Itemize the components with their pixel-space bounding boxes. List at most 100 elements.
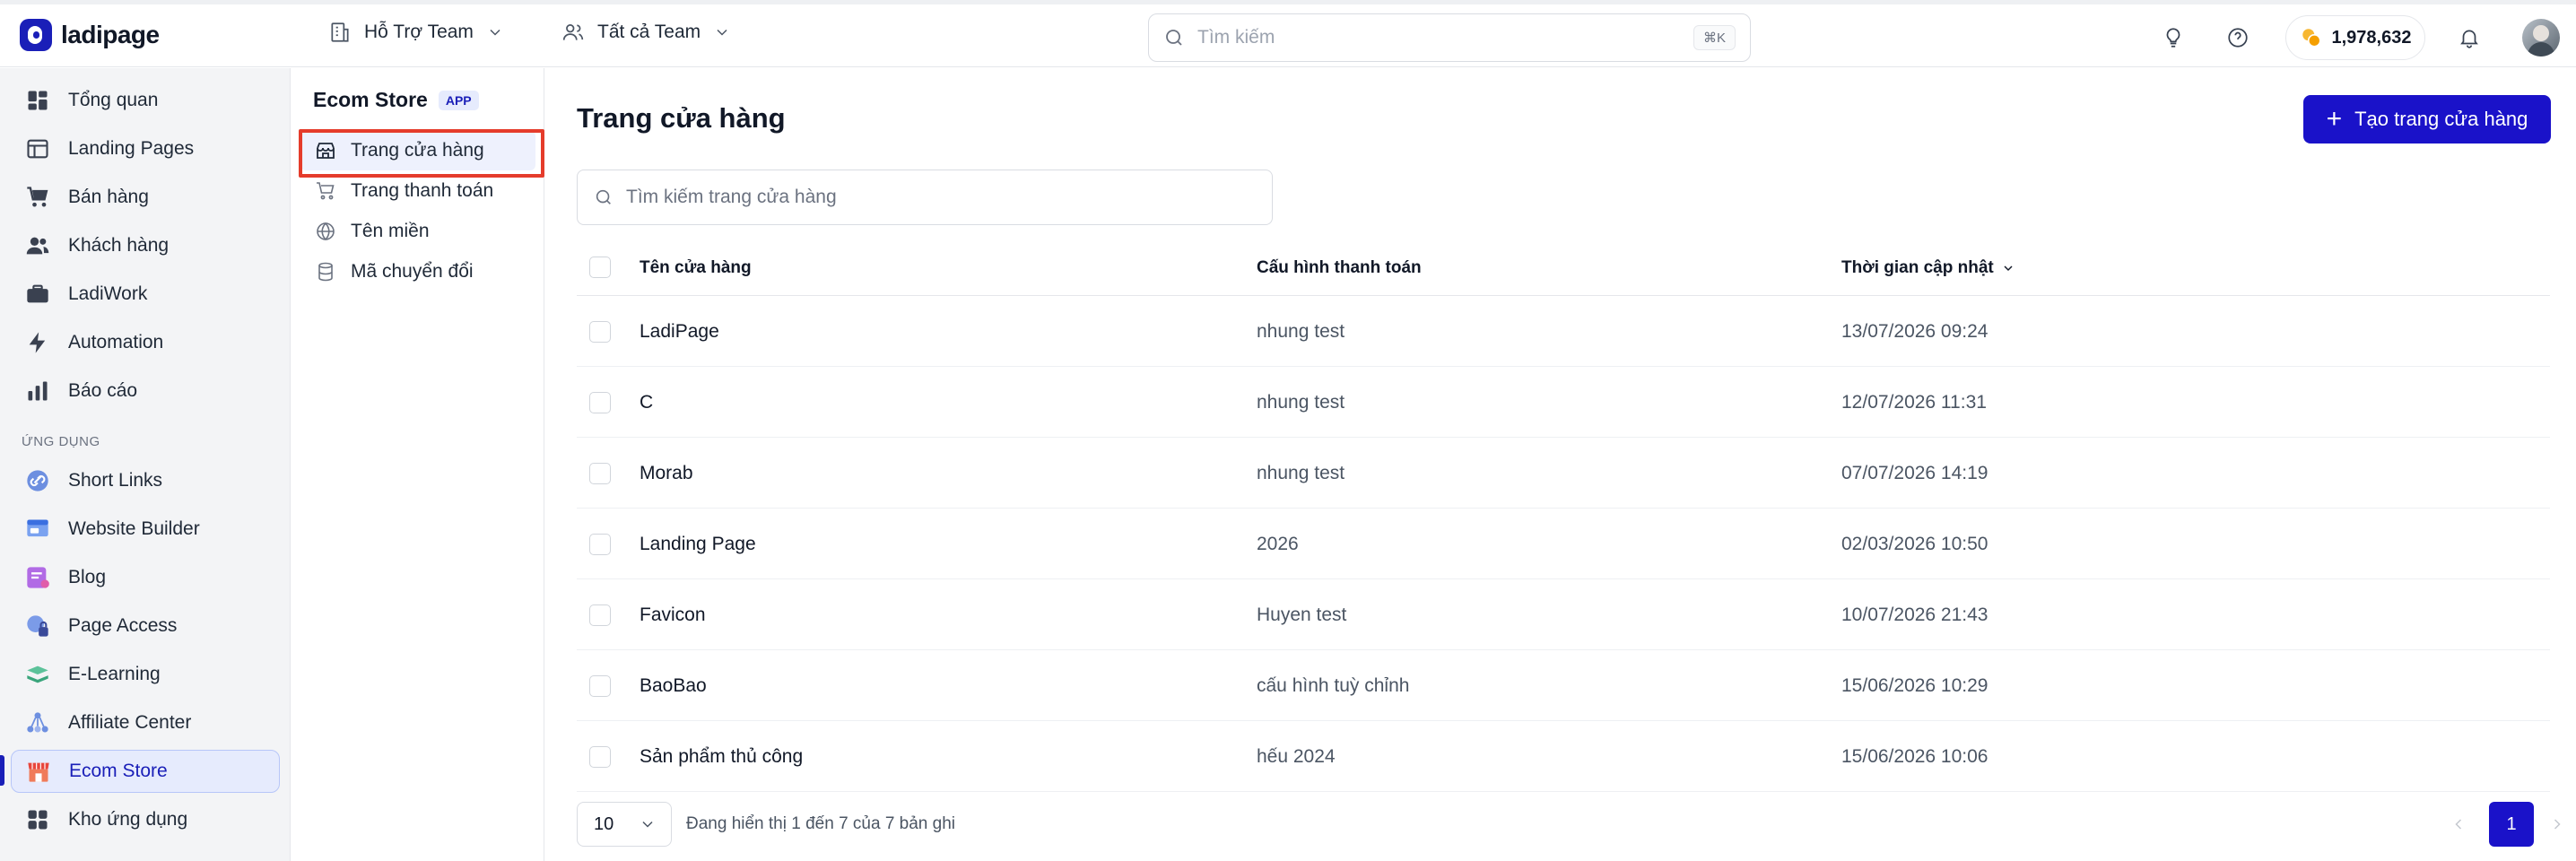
payment-config: nhung test — [1257, 321, 1345, 342]
store-name[interactable]: Sản phẩm thủ công — [640, 746, 803, 768]
team-filter[interactable]: Tất cả Team — [561, 21, 731, 44]
sidebar-item-ladiwork[interactable]: LadiWork — [11, 273, 280, 316]
bell-icon — [2460, 30, 2478, 48]
sidebar-item-app-store[interactable]: Kho ứng dụng — [11, 798, 280, 841]
store-name[interactable]: Landing Page — [640, 534, 756, 555]
row-checkbox[interactable] — [589, 604, 611, 626]
table-row[interactable]: LadiPage nhung test 13/07/2026 09:24 — [577, 296, 2550, 367]
sidebar-item-label: Tổng quan — [68, 90, 159, 110]
top-bar: ladipage Hỗ Trợ Team Tất cả Team ⌘K 1,97… — [0, 4, 2576, 67]
sidebar-item-overview[interactable]: Tổng quan — [11, 79, 280, 122]
sidebar-item-short-links[interactable]: Short Links — [11, 459, 280, 502]
sidebar-item-landing-pages[interactable]: Landing Pages — [11, 127, 280, 170]
prev-page-button[interactable] — [2437, 802, 2480, 847]
chevron-down-icon — [642, 821, 653, 828]
table-header: Tên cửa hàng Cấu hình thanh toán Thời gi… — [577, 239, 2550, 296]
store-name[interactable]: BaoBao — [640, 675, 707, 697]
store-name[interactable]: LadiPage — [640, 321, 719, 343]
sidebar-item-website-builder[interactable]: Website Builder — [11, 508, 280, 551]
select-all-checkbox[interactable] — [589, 257, 611, 278]
payment-config: Huyen test — [1257, 604, 1347, 625]
updated-time: 13/07/2026 09:24 — [1841, 321, 1989, 342]
logo-text: ladipage — [61, 21, 160, 48]
page-size-select[interactable]: 10 — [577, 802, 672, 847]
table-row[interactable]: Morab nhung test 07/07/2026 14:19 — [577, 438, 2550, 509]
avatar[interactable] — [2522, 19, 2560, 57]
page-1-button[interactable]: 1 — [2489, 802, 2534, 847]
dashboard-icon — [28, 91, 48, 110]
sidebar-item-page-access[interactable]: Page Access — [11, 604, 280, 648]
global-search-input[interactable] — [1197, 27, 1681, 48]
ladipage-logo-icon — [20, 19, 52, 51]
store-icon — [28, 762, 49, 782]
chevron-down-icon — [717, 29, 727, 36]
bar-chart-icon — [28, 381, 48, 401]
sidebar-item-sales[interactable]: Bán hàng — [11, 176, 280, 219]
row-checkbox[interactable] — [589, 463, 611, 484]
blog-icon — [27, 567, 49, 588]
credits-balance[interactable]: 1,978,632 — [2285, 15, 2425, 60]
sidebar-item-label: Short Links — [68, 470, 163, 491]
help-button[interactable] — [2224, 24, 2251, 51]
credits-value: 1,978,632 — [2331, 27, 2412, 48]
store-name[interactable]: Morab — [640, 463, 693, 484]
table-row[interactable]: Sản phẩm thủ công hếu 2024 15/06/2026 10… — [577, 721, 2550, 792]
apps-section-label: ỨNG DỤNG — [22, 434, 100, 449]
row-checkbox[interactable] — [589, 534, 611, 555]
sidebar-item-reports[interactable]: Báo cáo — [11, 370, 280, 413]
table-row[interactable]: Favicon Huyen test 10/07/2026 21:43 — [577, 579, 2550, 650]
plus-icon: + — [2326, 104, 2343, 134]
table-footer: 10 Đang hiển thị 1 đến 7 của 7 bản ghi 1 — [577, 802, 2561, 847]
sidebar-item-label: Landing Pages — [68, 138, 195, 159]
next-page-button[interactable] — [2539, 802, 2575, 847]
row-checkbox[interactable] — [589, 675, 611, 697]
sidebar-item-label: E-Learning — [68, 664, 161, 684]
cart-icon — [317, 182, 335, 200]
sidebar-item-label: Khách hàng — [68, 235, 170, 256]
sidebar-item-customers[interactable]: Khách hàng — [11, 224, 280, 267]
pagination-summary: Đang hiển thị 1 đến 7 của 7 bản ghi — [686, 814, 956, 833]
table-row[interactable]: BaoBao cấu hình tuỳ chỉnh 15/06/2026 10:… — [577, 650, 2550, 721]
sidebar-item-blog[interactable]: Blog — [11, 556, 280, 599]
global-search[interactable]: ⌘K — [1148, 13, 1751, 62]
payment-config: 2026 — [1257, 534, 1299, 554]
row-checkbox[interactable] — [589, 321, 611, 343]
network-icon — [27, 712, 48, 733]
notifications-button[interactable] — [2456, 24, 2483, 51]
table-row[interactable]: Landing Page 2026 02/03/2026 10:50 — [577, 509, 2550, 579]
subnav-item-storefronts[interactable]: Trang cửa hàng — [300, 131, 535, 170]
tips-button[interactable] — [2160, 24, 2187, 51]
sidebar-item-automation[interactable]: Automation — [11, 321, 280, 364]
app-badge: APP — [438, 90, 479, 110]
sidebar-item-ecom-store[interactable]: Ecom Store — [11, 750, 280, 793]
subnav-item-domains[interactable]: Tên miền — [300, 212, 535, 251]
logo[interactable]: ladipage — [20, 19, 160, 51]
coins-icon — [2302, 29, 2321, 48]
table-row[interactable]: C nhung test 12/07/2026 11:31 — [577, 367, 2550, 438]
sidebar-item-affiliate-center[interactable]: Affiliate Center — [11, 701, 280, 744]
team-selector-label: Hỗ Trợ Team — [364, 22, 474, 42]
sidebar: Tổng quan Landing Pages Bán hàng Khách h… — [0, 68, 291, 861]
sidebar-item-label: Blog — [68, 567, 107, 587]
store-name[interactable]: C — [640, 392, 653, 413]
ecom-store-subnav: Ecom Store APP Trang cửa hàng Trang than… — [292, 68, 544, 861]
subnav-item-conversion-codes[interactable]: Mã chuyển đổi — [300, 252, 535, 291]
column-header-updated[interactable]: Thời gian cập nhật — [1841, 258, 2015, 278]
row-checkbox[interactable] — [589, 392, 611, 413]
storefront-icon — [317, 143, 335, 159]
building-icon — [331, 22, 349, 42]
row-checkbox[interactable] — [589, 746, 611, 768]
storefront-search-input[interactable] — [626, 187, 1256, 208]
sidebar-item-e-learning[interactable]: E-Learning — [11, 653, 280, 696]
team-selector[interactable]: Hỗ Trợ Team — [328, 21, 504, 44]
cart-icon — [27, 187, 48, 207]
grid-icon — [28, 810, 48, 830]
store-name[interactable]: Favicon — [640, 604, 706, 626]
create-storefront-button[interactable]: + Tạo trang cửa hàng — [2303, 95, 2551, 144]
updated-time: 12/07/2026 11:31 — [1841, 392, 1987, 413]
subnav-item-checkout-pages[interactable]: Trang thanh toán — [300, 171, 535, 211]
updated-time: 07/07/2026 14:19 — [1841, 463, 1989, 483]
storefront-search[interactable] — [577, 170, 1273, 225]
sidebar-item-label: Kho ứng dụng — [68, 809, 188, 830]
column-header-name: Tên cửa hàng — [640, 258, 752, 277]
